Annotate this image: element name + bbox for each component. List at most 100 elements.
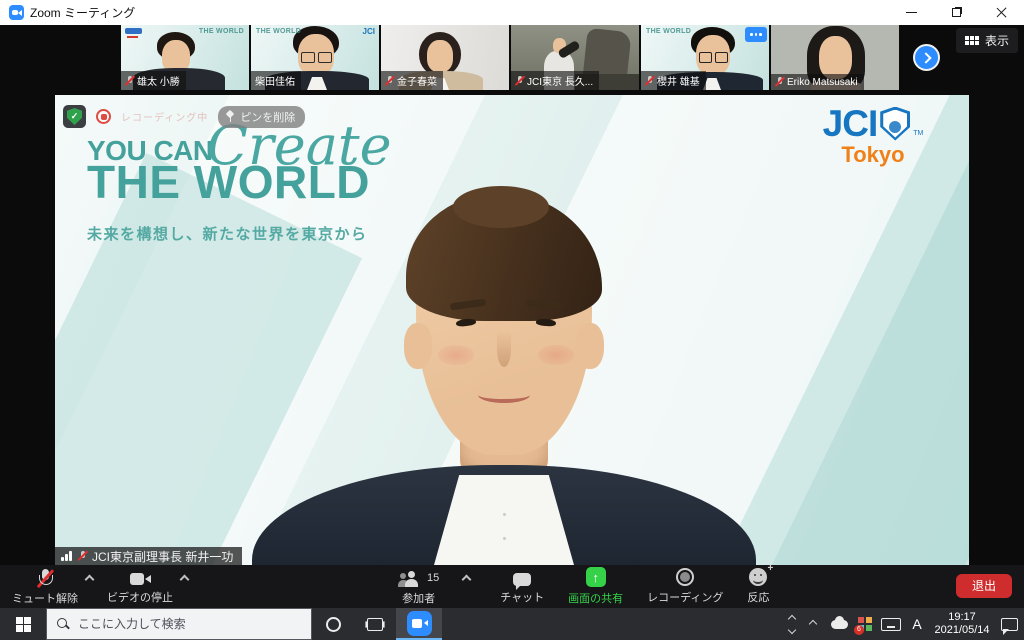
participant-name: 柴田佳佑: [255, 73, 295, 88]
mic-muted-icon: [385, 75, 394, 87]
meeting-toolbar: ミュート解除 ビデオの停止 15 参加者 チャット: [0, 565, 1024, 608]
task-view-button[interactable]: [354, 608, 396, 640]
slogan-subtitle: 未来を構想し、新たな世界を東京から: [87, 223, 392, 244]
unmute-button[interactable]: ミュート解除: [8, 565, 82, 608]
ime-mode-button[interactable]: A: [904, 608, 930, 640]
taskbar-zoom-app[interactable]: [396, 608, 442, 640]
view-menu-button[interactable]: 表示: [956, 28, 1018, 53]
audio-options-chevron[interactable]: [85, 575, 95, 585]
participant-thumbnail[interactable]: JCI東京 長久...: [511, 25, 639, 90]
participant-name: 雄太 小勝: [137, 73, 180, 88]
participants-label: 参加者: [402, 590, 435, 606]
hidden-icons-button[interactable]: [800, 608, 826, 640]
participant-name-tag: Eriko Matsusaki: [771, 74, 864, 90]
leave-meeting-button[interactable]: 退出: [956, 574, 1012, 598]
action-center-button[interactable]: [994, 608, 1024, 640]
close-button[interactable]: [979, 0, 1024, 25]
onedrive-cloud-icon: [831, 620, 848, 629]
meeting-window: 表示 THE WORLD 雄太 小勝 THE WORLD JCI 柴田佳佑 金子…: [0, 25, 1024, 608]
recording-watermark: レコーディング中: [121, 109, 208, 124]
chevron-up-icon: [809, 620, 817, 628]
view-menu-label: 表示: [985, 32, 1009, 49]
cortana-button[interactable]: [312, 608, 354, 640]
notification-app-tray-icon[interactable]: 6: [852, 608, 878, 640]
remove-pin-button[interactable]: ピンを削除: [218, 106, 305, 128]
participants-button[interactable]: 15 参加者: [394, 565, 443, 608]
share-screen-label: 画面の共有: [568, 590, 623, 606]
participant-name: 櫻井 雄基: [657, 73, 700, 88]
recording-indicator-icon: [96, 109, 111, 124]
minimize-button[interactable]: [889, 0, 934, 25]
camera-icon: [130, 573, 151, 586]
taskbar-clock[interactable]: 19:17 2021/05/14: [930, 611, 994, 637]
tray-scroll-buttons[interactable]: [784, 608, 800, 640]
touch-keyboard-icon: [881, 618, 901, 631]
jci-logo-decor: JCI: [363, 27, 375, 36]
cortana-circle-icon: [326, 617, 341, 632]
system-tray: 6 A 19:17 2021/05/14: [784, 608, 1024, 640]
participant-name-tag: 金子春菜: [381, 71, 443, 90]
taskbar-search[interactable]: [46, 608, 312, 640]
jci-tokyo-logo: JCI TM Tokyo: [793, 105, 953, 168]
unmute-label: ミュート解除: [12, 590, 78, 606]
zoom-camera-icon: [407, 611, 432, 636]
participant-thumbnail[interactable]: THE WORLD 櫻井 雄基: [641, 25, 769, 90]
jci-shield-icon: [880, 107, 910, 141]
participant-name-tag: 雄太 小勝: [121, 71, 186, 90]
reactions-button[interactable]: + 反応: [743, 565, 773, 608]
record-button[interactable]: レコーディング: [643, 565, 727, 608]
clock-date: 2021/05/14: [934, 624, 989, 637]
video-options-chevron[interactable]: [180, 575, 190, 585]
backdrop-slogan: YOU CAN Create THE WORLD 未来を構想し、新たな世界を東京…: [87, 119, 392, 244]
speaker-portrait: [244, 197, 764, 565]
chat-button[interactable]: チャット: [496, 565, 548, 608]
main-speaker-video[interactable]: ✓ レコーディング中 ピンを削除 YOU CAN Create THE WORL…: [55, 95, 969, 565]
backdrop-slogan-decor: THE WORLD: [646, 28, 691, 35]
maximize-button[interactable]: [934, 0, 979, 25]
action-center-icon: [1001, 618, 1018, 631]
chevron-right-icon: [920, 52, 931, 63]
chat-icon: [513, 573, 531, 586]
speaker-name-tag: JCI東京副理事長 新井一功: [55, 547, 242, 565]
jci-logo-text: JCI: [823, 105, 878, 142]
search-input[interactable]: [78, 617, 301, 631]
slogan-line2: THE WORLD: [87, 159, 392, 205]
zoom-app-icon: [9, 5, 24, 20]
security-badge[interactable]: ✓: [63, 105, 86, 128]
participant-thumbnail[interactable]: THE WORLD 雄太 小勝: [121, 25, 249, 90]
reactions-label: 反応: [747, 589, 769, 605]
jci-logo-city: Tokyo: [793, 142, 953, 168]
chat-label: チャット: [500, 589, 544, 605]
window-title: Zoom ミーティング: [30, 4, 135, 21]
start-button[interactable]: [0, 608, 46, 640]
touch-keyboard-button[interactable]: [878, 608, 904, 640]
participant-thumbnail[interactable]: Eriko Matsusaki: [771, 25, 899, 90]
jci-trademark: TM: [913, 130, 923, 137]
windows-logo-icon: [16, 617, 31, 632]
stop-video-button[interactable]: ビデオの停止: [103, 565, 177, 608]
participant-thumbnail[interactable]: 金子春菜: [381, 25, 509, 90]
signal-bars-icon: [61, 551, 73, 561]
mic-muted-icon: [38, 569, 52, 587]
participants-icon: [398, 571, 422, 587]
glasses-decor: [301, 52, 332, 62]
share-screen-button[interactable]: ↑ 画面の共有: [564, 565, 627, 608]
reactions-icon: +: [749, 568, 767, 586]
chevron-up-icon: [788, 614, 796, 622]
participant-thumbnail[interactable]: THE WORLD JCI 柴田佳佑: [251, 25, 379, 90]
maximize-icon: [952, 8, 961, 17]
shield-check-icon: ✓: [67, 108, 82, 125]
next-participants-button[interactable]: [913, 44, 940, 71]
participants-options-chevron[interactable]: [462, 575, 472, 585]
notification-badge: 6: [854, 625, 864, 635]
gallery-grid-icon: [965, 36, 979, 45]
participant-name-tag: 櫻井 雄基: [641, 71, 706, 90]
window-controls: [889, 0, 1024, 25]
face: [416, 203, 592, 455]
mic-muted-icon: [645, 75, 654, 87]
thumbnail-more-button[interactable]: [745, 27, 767, 42]
mic-muted-icon: [515, 75, 524, 87]
onedrive-tray-icon[interactable]: [826, 608, 852, 640]
record-icon: [676, 568, 694, 586]
taskbar-empty-area: [442, 608, 784, 640]
